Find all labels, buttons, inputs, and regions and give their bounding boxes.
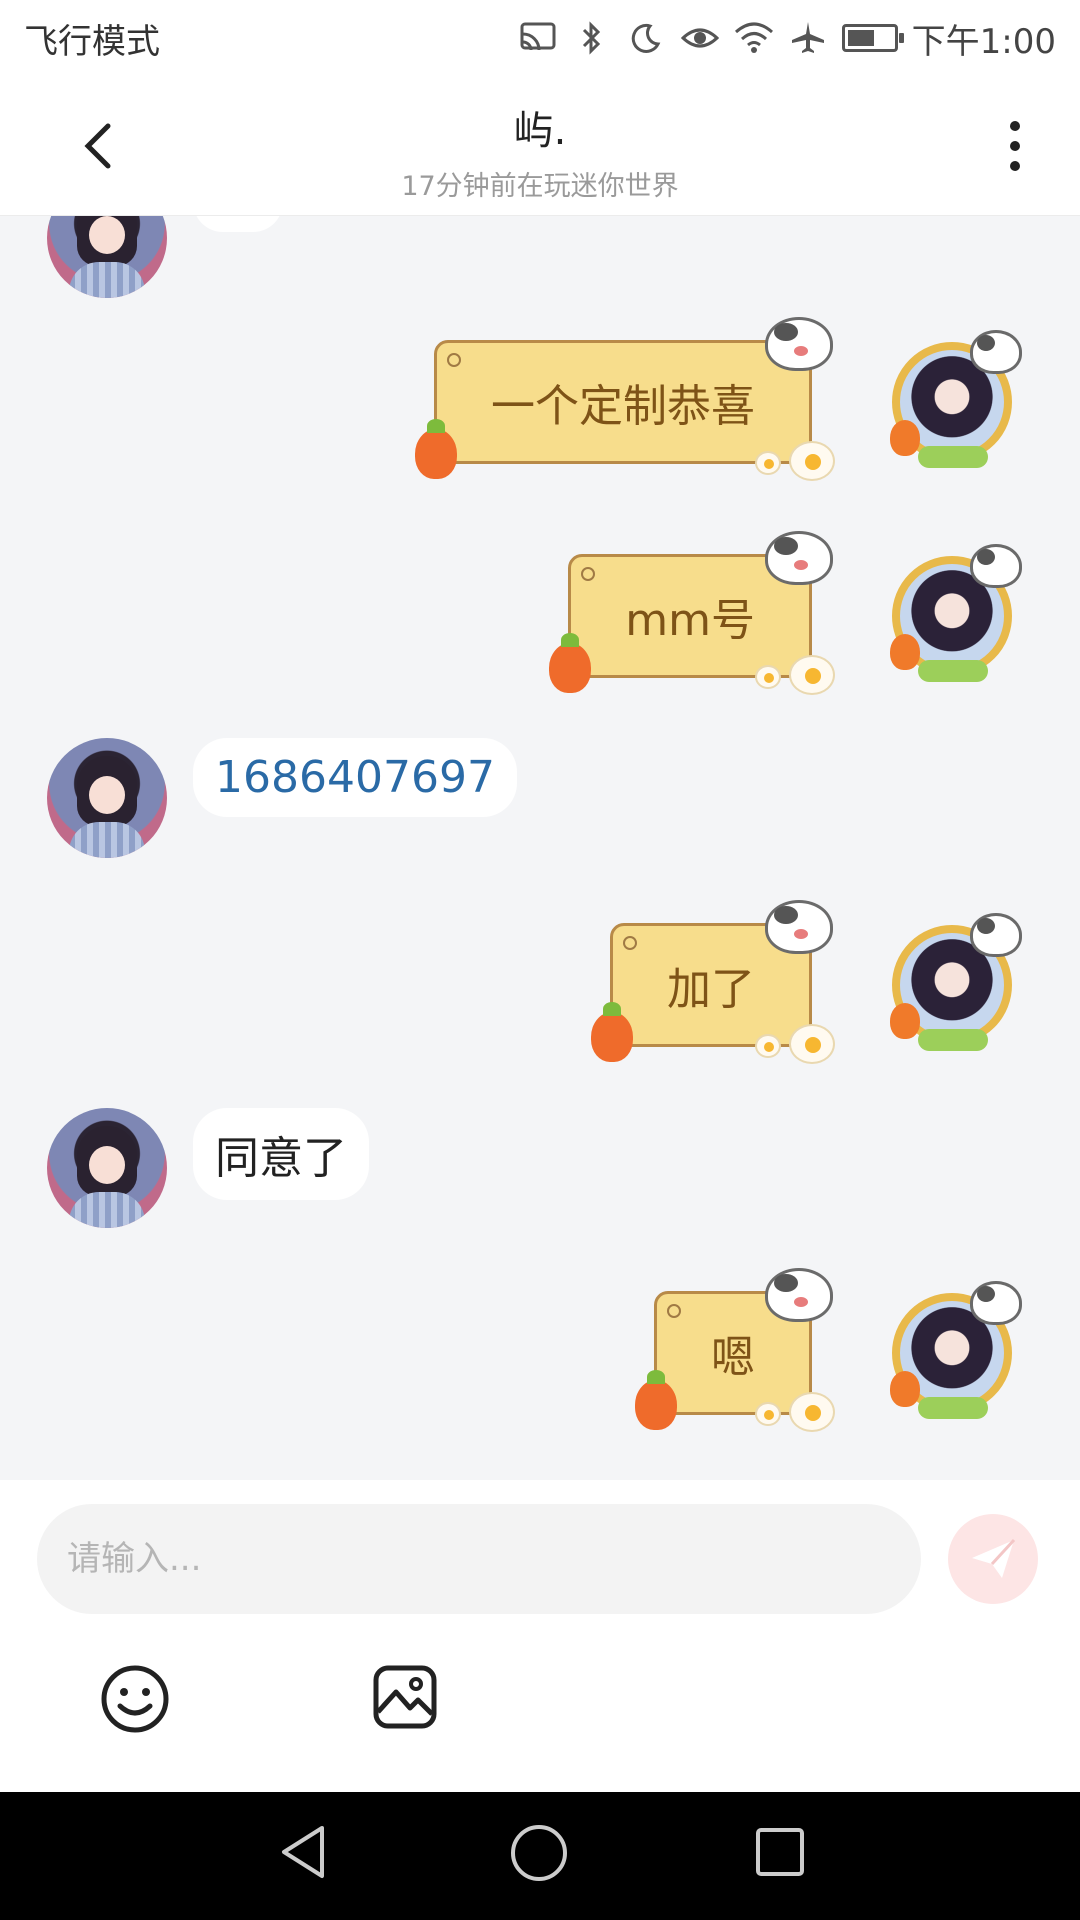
message-text: mm号 [625,595,755,646]
pin-decoration [581,567,596,581]
pin-decoration [667,1304,681,1318]
message-bubble-right[interactable]: 一个定制恭喜 [415,317,835,481]
cat-sticker-icon [765,317,833,371]
square-recents-icon [756,1828,804,1876]
airplane-icon [788,18,828,58]
status-icons: 下午1:00 [518,14,1056,63]
nav-recents-button[interactable] [752,1824,808,1880]
egg-sticker-icon [755,451,781,475]
message-input[interactable] [67,1539,891,1579]
egg-sticker-icon [789,441,835,481]
nav-back-button[interactable] [274,1822,334,1882]
cat-sticker-icon [765,900,833,954]
my-avatar[interactable] [882,1281,1022,1421]
my-avatar[interactable] [882,330,1022,470]
message-text: 加了 [667,964,755,1015]
message-text: 1686407697 [215,752,495,803]
bluetooth-icon [572,18,612,58]
cat-sticker-icon [765,531,833,585]
message-bubble-left-partial[interactable] [193,216,283,232]
emoji-button[interactable] [100,1664,170,1734]
moon-icon [626,18,666,58]
pin-decoration [623,936,637,950]
contact-avatar[interactable] [47,738,167,858]
image-icon [373,1665,437,1729]
contact-name: 屿. [513,108,567,154]
message-text: 同意了 [215,1133,347,1184]
status-time: 下午1:00 [911,21,1056,62]
egg-sticker-icon [755,665,781,689]
message-input-wrapper[interactable] [37,1504,921,1614]
triangle-back-icon [282,1826,324,1878]
eye-icon [680,18,720,58]
message-text: 一个定制恭喜 [491,381,755,432]
pin-decoration [447,353,461,367]
system-nav-bar [0,1792,1080,1920]
contact-avatar[interactable] [47,1108,167,1228]
smiley-icon [101,1665,169,1733]
wifi-icon [734,18,774,58]
send-icon [972,1538,1016,1578]
send-button[interactable] [948,1514,1038,1604]
egg-sticker-icon [789,1392,835,1432]
status-mode-label: 飞行模式 [24,21,160,62]
egg-sticker-icon [755,1402,781,1426]
more-vertical-icon [1010,121,1020,171]
my-avatar[interactable] [882,913,1022,1053]
contact-status: 17分钟前在玩迷你世界 [401,171,679,202]
header-title-block: 屿. 17分钟前在玩迷你世界 [0,98,1080,203]
egg-sticker-icon [789,655,835,695]
message-bubble-right[interactable]: mm号 [549,531,835,695]
egg-sticker-icon [789,1024,835,1064]
battery-icon [841,24,904,52]
image-button[interactable] [372,1664,438,1730]
message-bubble-right[interactable]: 加了 [591,900,835,1064]
carrot-sticker-icon [635,1370,677,1430]
more-options-button[interactable] [990,116,1040,176]
my-avatar[interactable] [882,544,1022,684]
cast-icon [518,18,558,58]
message-list[interactable]: 一个定制恭喜 mm号 1686407697 加了 同意了 嗯 [0,216,1080,1480]
message-text: 嗯 [711,1332,755,1383]
cat-sticker-icon [765,1268,833,1322]
status-bar: 飞行模式 下午1:00 [0,0,1080,76]
contact-avatar[interactable] [47,216,167,298]
nav-home-button[interactable] [508,1822,570,1884]
message-bubble-left[interactable]: 1686407697 [193,738,517,817]
composer [0,1480,1080,1792]
carrot-sticker-icon [549,633,592,693]
carrot-sticker-icon [415,419,457,479]
egg-sticker-icon [755,1034,781,1058]
message-bubble-right[interactable]: 嗯 [635,1268,835,1432]
carrot-sticker-icon [591,1002,633,1062]
message-bubble-left[interactable]: 同意了 [193,1108,369,1200]
circle-home-icon [511,1825,567,1881]
chat-header: 屿. 17分钟前在玩迷你世界 [0,76,1080,216]
